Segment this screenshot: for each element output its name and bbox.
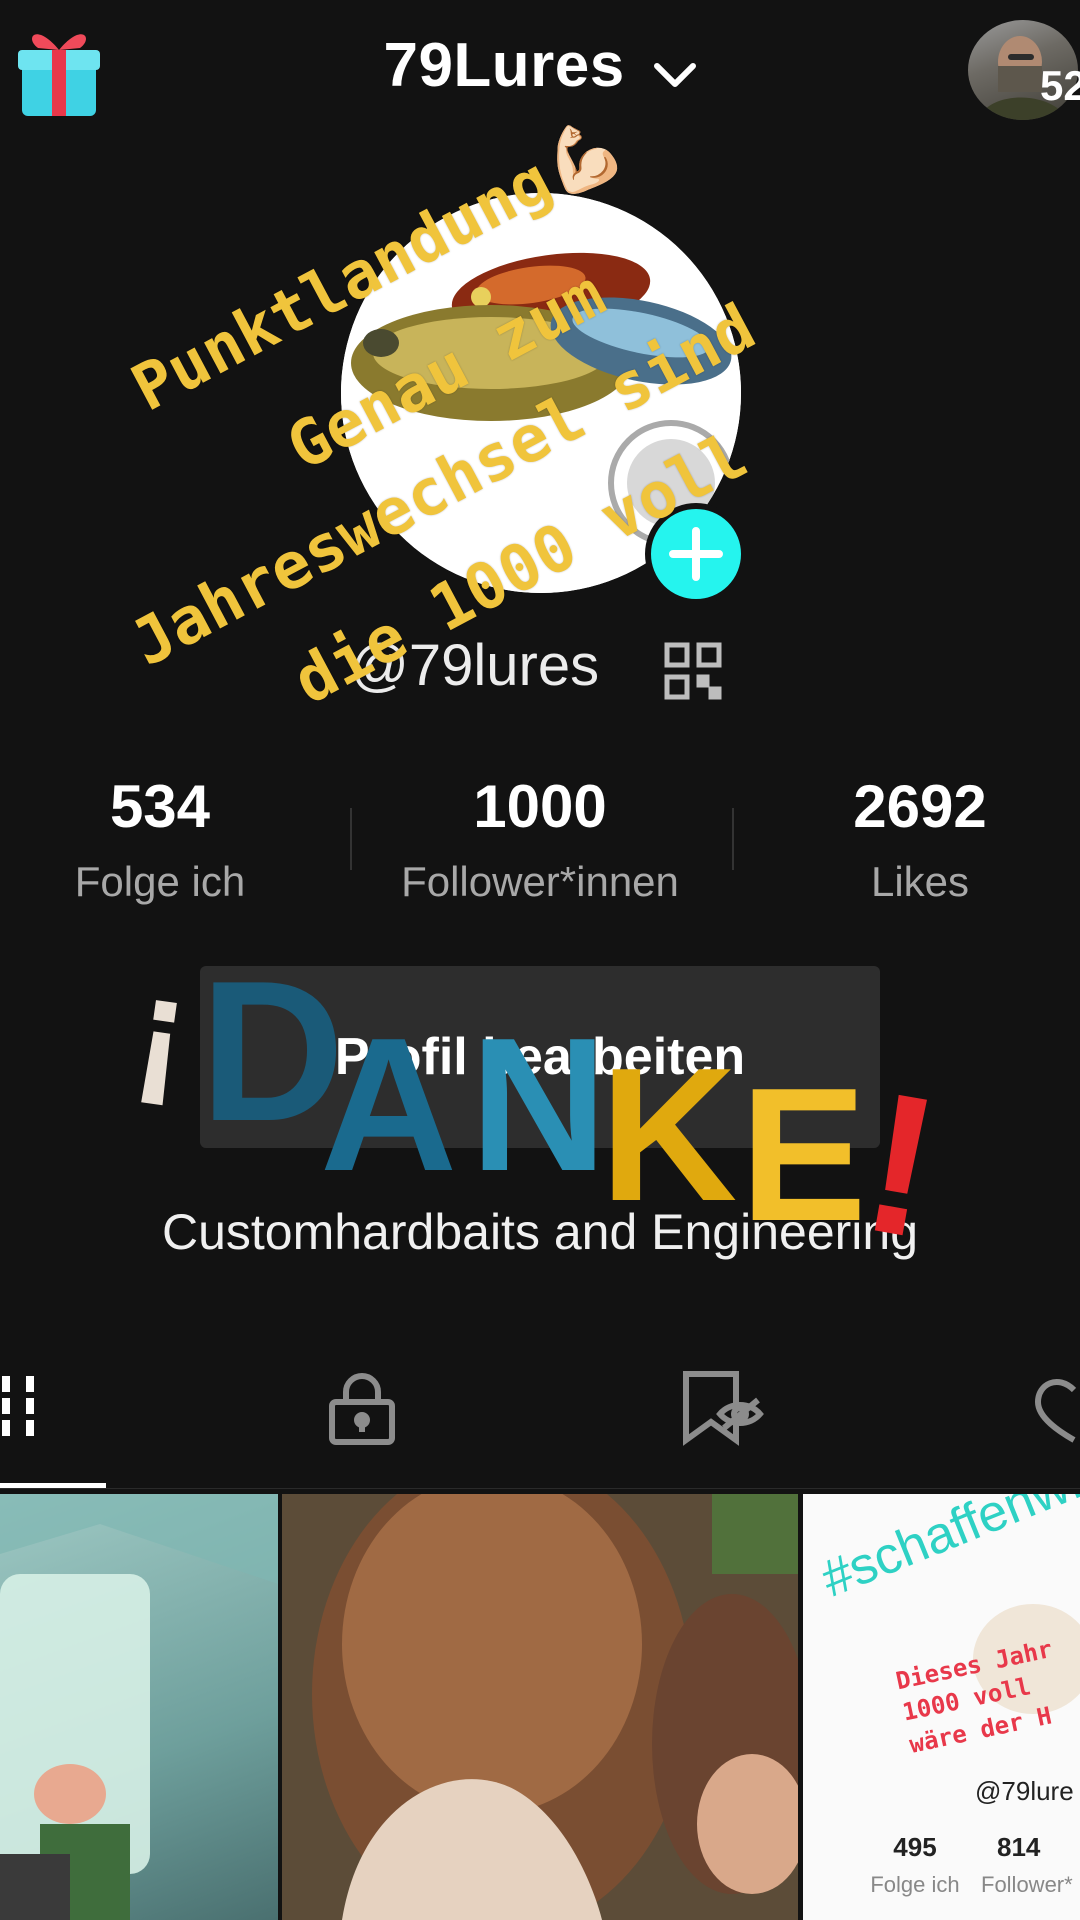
saved-hidden-icon[interactable] (680, 1370, 764, 1451)
video-tile[interactable] (0, 1494, 278, 1920)
tile-stat2-value: 814 (997, 1832, 1041, 1862)
stat-divider (350, 808, 352, 870)
username-title: 79Lures (383, 31, 625, 100)
tile-stat1-label: Folge ich (870, 1872, 960, 1897)
video-tile[interactable] (282, 1494, 798, 1920)
tile-stat1-value: 495 (893, 1832, 937, 1862)
danke-letter-a: A (320, 999, 457, 1211)
qr-code-icon[interactable] (664, 642, 722, 700)
danke-letter-n: N (470, 999, 607, 1211)
tab-divider (0, 1488, 1080, 1489)
likes-label: Likes (870, 858, 970, 905)
tile-hashtag: #schaffenwir (813, 1494, 1080, 1609)
tile-handle: @79lure (975, 1776, 1074, 1806)
stat-divider (732, 808, 734, 870)
followers-label: Follower*innen (401, 858, 679, 905)
following-label: Folge ich (74, 858, 246, 905)
profile-username-switcher[interactable]: 79Lures (0, 30, 1080, 105)
danke-exclaim-left: ¡ (140, 942, 199, 1115)
likes-count[interactable]: 2692 (780, 772, 1060, 841)
videos-grid-tab[interactable] (0, 1370, 40, 1447)
following-count[interactable]: 534 (20, 772, 300, 841)
liked-heart-icon[interactable] (1034, 1370, 1080, 1451)
danke-letter-e: E (740, 1049, 867, 1261)
video-tile[interactable]: #schaffenwir Dieses Jahr 1000 voll wäre … (803, 1494, 1080, 1920)
lock-icon[interactable] (326, 1370, 398, 1451)
danke-letter-k: K (600, 1029, 737, 1241)
followers-count[interactable]: 1000 (360, 772, 720, 841)
chevron-down-icon (653, 34, 697, 105)
notification-count: 52 (1040, 62, 1080, 109)
danke-sticker: ¡ D A N K E ! (126, 930, 960, 1281)
tile-stat2-label: Follower* (981, 1872, 1073, 1897)
